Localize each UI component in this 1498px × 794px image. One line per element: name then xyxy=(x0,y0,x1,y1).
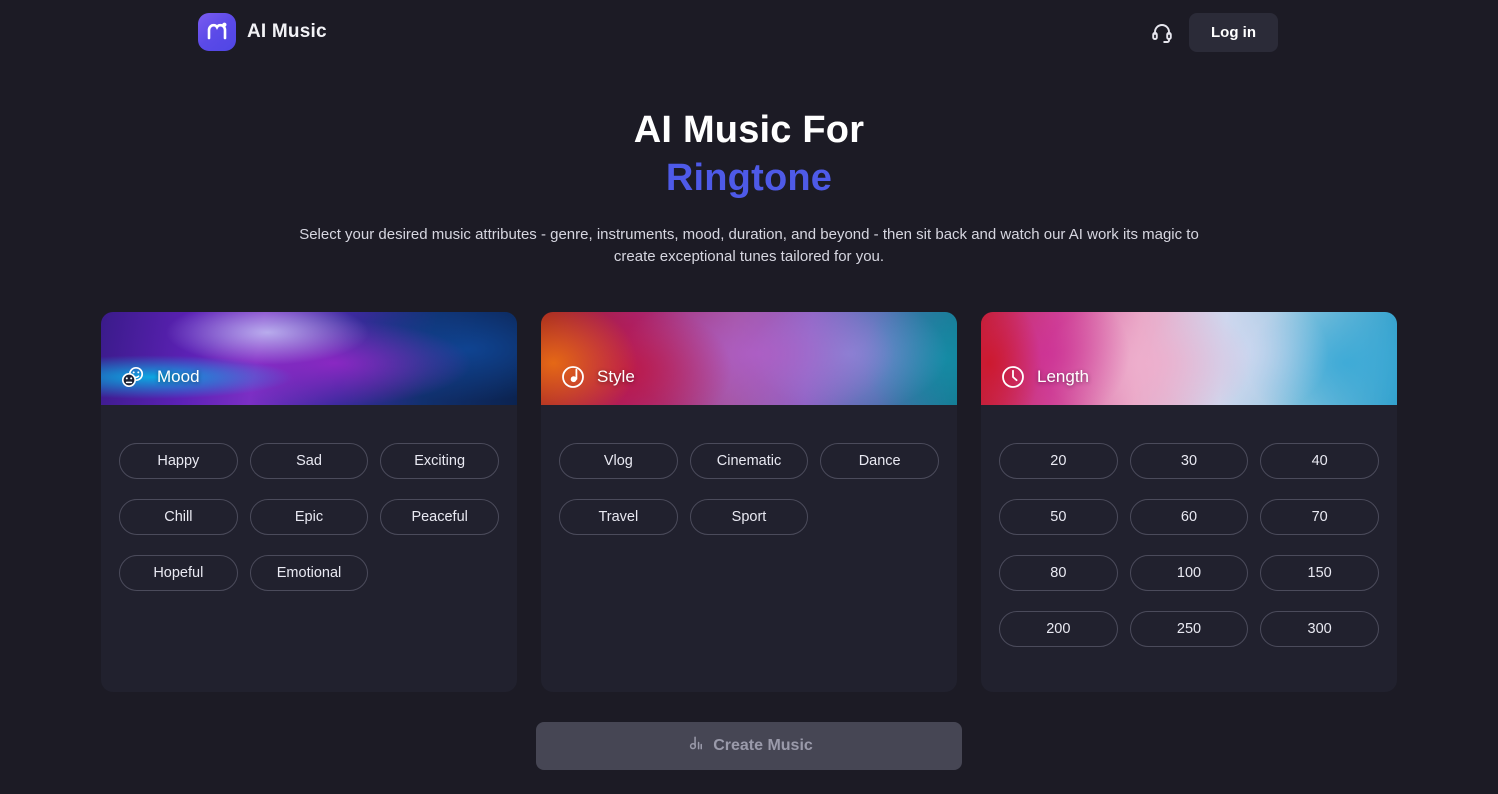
hero-section: AI Music For Ringtone Select your desire… xyxy=(0,106,1498,268)
card-mood-header: Mood xyxy=(101,312,517,405)
style-option-cinematic[interactable]: Cinematic xyxy=(689,443,809,479)
length-option-50[interactable]: 50 xyxy=(999,499,1118,535)
length-option-40[interactable]: 40 xyxy=(1260,443,1379,479)
length-option-80[interactable]: 80 xyxy=(999,555,1118,591)
music-note-circle-icon xyxy=(559,363,587,391)
create-music-button[interactable]: Create Music xyxy=(536,722,962,770)
length-option-200[interactable]: 200 xyxy=(999,611,1118,647)
ai-music-logo-icon xyxy=(198,13,236,51)
length-header-artwork xyxy=(981,312,1397,405)
mood-option-epic[interactable]: Epic xyxy=(249,499,369,535)
mood-option-sad[interactable]: Sad xyxy=(249,443,369,479)
mood-option-hopeful[interactable]: Hopeful xyxy=(119,555,238,591)
attribute-cards: Mood Happy Sad Exciting Chill Epic Peace… xyxy=(101,312,1397,692)
mood-option-peaceful[interactable]: Peaceful xyxy=(380,499,499,535)
page-title-line1: AI Music For xyxy=(633,109,865,151)
brand-name: AI Music xyxy=(247,21,327,42)
card-length-header: Length xyxy=(981,312,1397,405)
clock-icon xyxy=(999,363,1027,391)
card-length-title: Length xyxy=(1037,367,1089,386)
card-mood: Mood Happy Sad Exciting Chill Epic Peace… xyxy=(101,312,517,692)
page-title: AI Music For Ringtone xyxy=(0,106,1498,202)
mood-option-grid: Happy Sad Exciting Chill Epic Peaceful H… xyxy=(119,443,499,591)
mood-option-chill[interactable]: Chill xyxy=(119,499,238,535)
create-music-area: Create Music xyxy=(0,722,1498,770)
length-option-30[interactable]: 30 xyxy=(1129,443,1249,479)
length-option-100[interactable]: 100 xyxy=(1129,555,1249,591)
mood-option-exciting[interactable]: Exciting xyxy=(380,443,499,479)
mood-header-artwork xyxy=(101,312,517,405)
length-option-300[interactable]: 300 xyxy=(1260,611,1379,647)
music-bars-icon xyxy=(685,734,704,758)
length-option-250[interactable]: 250 xyxy=(1129,611,1249,647)
length-option-20[interactable]: 20 xyxy=(999,443,1118,479)
style-option-sport[interactable]: Sport xyxy=(689,499,809,535)
brand[interactable]: AI Music xyxy=(198,13,327,51)
length-option-60[interactable]: 60 xyxy=(1129,499,1249,535)
page-subtitle: Select your desired music attributes - g… xyxy=(299,226,1199,265)
card-mood-body: Happy Sad Exciting Chill Epic Peaceful H… xyxy=(101,405,517,613)
mood-option-emotional[interactable]: Emotional xyxy=(249,555,369,591)
login-button[interactable]: Log in xyxy=(1189,12,1278,52)
card-style-body: Vlog Cinematic Dance Travel Sport xyxy=(541,405,957,557)
top-bar: AI Music Log in xyxy=(0,0,1498,64)
card-length: Length 20 30 40 50 60 70 80 100 150 200 … xyxy=(981,312,1397,692)
page-title-accent: Ringtone xyxy=(665,157,833,199)
style-option-vlog[interactable]: Vlog xyxy=(559,443,678,479)
mood-option-happy[interactable]: Happy xyxy=(119,443,238,479)
style-option-travel[interactable]: Travel xyxy=(559,499,678,535)
card-style-title: Style xyxy=(597,367,635,386)
style-option-dance[interactable]: Dance xyxy=(820,443,939,479)
card-style: Style Vlog Cinematic Dance Travel Sport xyxy=(541,312,957,692)
card-length-title-group: Length xyxy=(999,363,1089,391)
card-length-body: 20 30 40 50 60 70 80 100 150 200 250 300 xyxy=(981,405,1397,669)
card-mood-title-group: Mood xyxy=(119,363,200,391)
style-option-grid: Vlog Cinematic Dance Travel Sport xyxy=(559,443,939,535)
card-style-header: Style xyxy=(541,312,957,405)
create-music-label: Create Music xyxy=(713,737,813,754)
style-header-artwork xyxy=(541,312,957,405)
card-mood-title: Mood xyxy=(157,367,200,386)
smiley-faces-icon xyxy=(119,363,147,391)
length-option-70[interactable]: 70 xyxy=(1260,499,1379,535)
length-option-150[interactable]: 150 xyxy=(1260,555,1379,591)
headset-icon[interactable] xyxy=(1149,19,1175,45)
card-style-title-group: Style xyxy=(559,363,635,391)
top-bar-actions: Log in xyxy=(1149,0,1278,64)
length-option-grid: 20 30 40 50 60 70 80 100 150 200 250 300 xyxy=(999,443,1379,647)
